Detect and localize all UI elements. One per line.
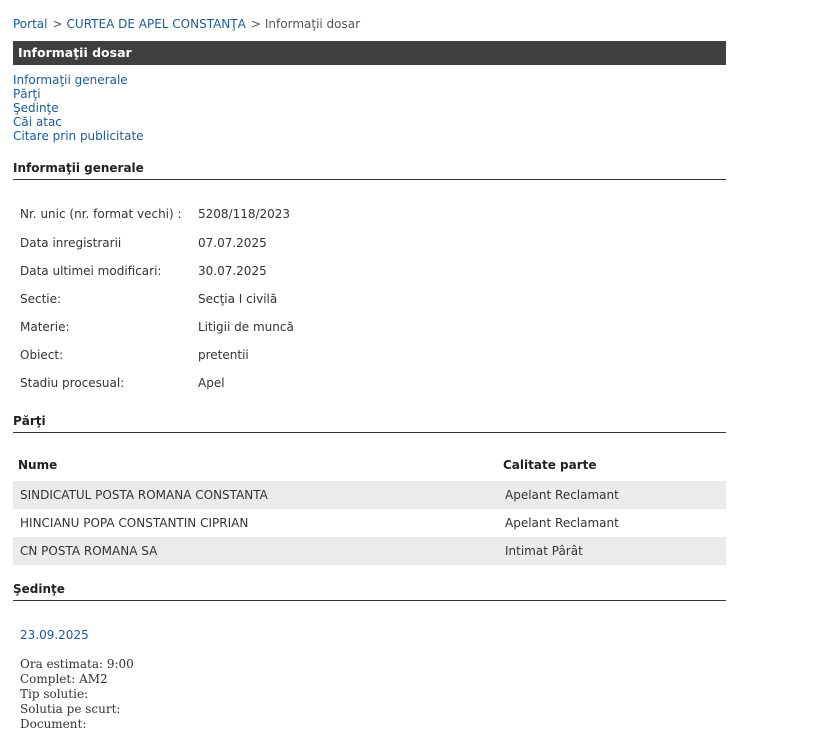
breadcrumb-current: Informaţii dosar [264,17,361,31]
anchor-parti[interactable]: Părţi [13,87,144,101]
section-anchor-list: Informaţii generale Părţi Şedinţe Căi at… [13,73,144,143]
breadcrumb-separator: > [52,17,63,31]
info-row: Sectie: Secţia I civilă [13,284,726,312]
anchor-informatii-generale[interactable]: Informaţii generale [13,73,144,87]
breadcrumb-separator: > [250,17,261,31]
party-role: Intimat Pârât [505,544,583,558]
page-title-bar: Informaţii dosar [13,41,726,65]
info-label: Materie: [20,320,70,334]
table-row: CN POSTA ROMANA SA Intimat Pârât [13,537,726,565]
section-heading-sedinte-label: Şedinţe [13,582,65,596]
breadcrumb-court-link[interactable]: CURTEA DE APEL CONSTANŢA [67,17,246,31]
info-value: 07.07.2025 [198,236,267,250]
parti-table: Nume Calitate parte SINDICATUL POSTA ROM… [13,452,726,565]
section-heading-sedinte: Şedinţe [13,582,726,601]
info-row: Materie: Litigii de muncă [13,312,726,340]
hearing-details: Ora estimata: 9:00 Complet: AM2 Tip solu… [20,657,134,732]
hearing-date: 23.09.2025 [20,628,89,642]
table-row: HINCIANU POPA CONSTANTIN CIPRIAN Apelant… [13,509,726,537]
hearing-detail-document: Document: [20,717,87,731]
info-value: 30.07.2025 [198,264,267,278]
hearing-detail-solutia: Solutia pe scurt: [20,702,121,716]
info-row: Stadiu procesual: Apel [13,368,726,396]
info-value: Secţia I civilă [198,292,278,306]
info-value: Litigii de muncă [198,320,294,334]
info-value: Apel [198,376,225,390]
info-value: 5208/118/2023 [198,207,291,221]
breadcrumb: Portal > CURTEA DE APEL CONSTANŢA > Informaţ… [13,17,360,31]
party-role: Apelant Reclamant [505,488,619,502]
section-heading-parti: Părţi [13,414,726,433]
info-value: pretentii [198,348,249,362]
info-row: Data inregistrarii 07.07.2025 [13,228,726,256]
info-label: Sectie: [20,292,62,306]
section-heading-parti-label: Părţi [13,414,46,428]
info-label: Data inregistrarii [20,236,122,250]
table-row: SINDICATUL POSTA ROMANA CONSTANTA Apelan… [13,481,726,509]
info-row: Obiect: pretentii [13,340,726,368]
page-title: Informaţii dosar [18,45,132,60]
column-header-calitate: Calitate parte [503,458,597,472]
parti-table-header: Nume Calitate parte [13,452,726,481]
hearing-detail-ora: Ora estimata: 9:00 [20,657,134,671]
info-label: Stadiu procesual: [20,376,125,390]
section-heading-general-label: Informaţii generale [13,161,144,175]
party-name: SINDICATUL POSTA ROMANA CONSTANTA [20,488,268,502]
anchor-cai-atac[interactable]: Căi atac [13,115,144,129]
info-label: Obiect: [20,348,64,362]
info-label: Nr. unic (nr. format vechi) : [20,207,182,221]
info-row: Data ultimei modificari: 30.07.2025 [13,256,726,284]
hearing-detail-tip-solutie: Tip solutie: [20,687,89,701]
anchor-citare-publicitate[interactable]: Citare prin publicitate [13,129,144,143]
breadcrumb-portal-link[interactable]: Portal [13,17,47,31]
column-header-nume: Nume [18,458,58,472]
party-role: Apelant Reclamant [505,516,619,530]
section-heading-general: Informaţii generale [13,161,726,180]
party-name: CN POSTA ROMANA SA [20,544,158,558]
anchor-sedinte[interactable]: Şedinţe [13,101,144,115]
hearing-detail-complet: Complet: AM2 [20,672,108,686]
info-row: Nr. unic (nr. format vechi) : 5208/118/2… [13,199,726,227]
party-name: HINCIANU POPA CONSTANTIN CIPRIAN [20,516,249,530]
info-label: Data ultimei modificari: [20,264,162,278]
